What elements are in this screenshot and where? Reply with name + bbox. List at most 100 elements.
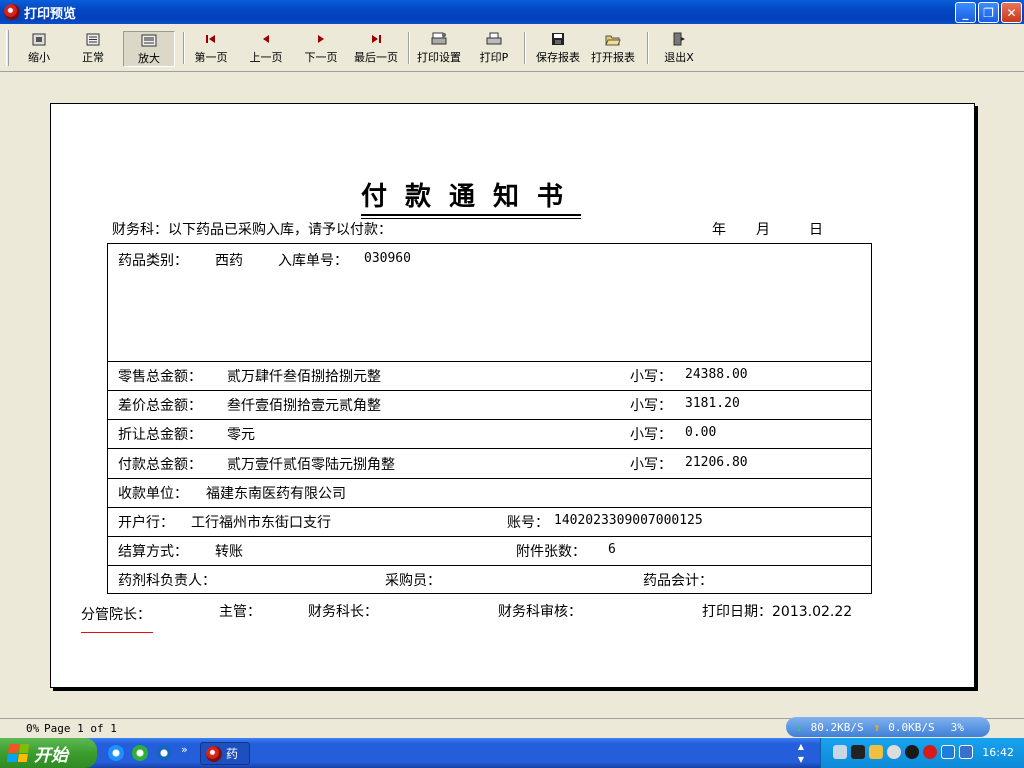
print-date: 打印日期：2013.02.22 [702,604,853,620]
taskbar-scroll-arrows[interactable]: ▲ ▼ [795,740,807,766]
download-arrow-icon: ↓ [796,720,803,734]
prev-page-label: 上一页 [249,51,283,64]
amount-row-upper: 贰万肆仟叁佰捌拾捌元整 [227,369,381,385]
quicklaunch-app-icon[interactable] [132,745,148,761]
first-page-button[interactable]: 第一页 [192,31,230,67]
table-divider [108,448,871,449]
system-tray: 16:42 [820,738,1024,768]
tray-security-icon[interactable] [959,745,973,759]
spellcheck-underline [81,629,153,633]
upload-speed: 0.0KB/S [888,720,935,734]
save-report-button[interactable]: 保存报表 [533,31,583,67]
last-page-icon [371,31,381,47]
normal-size-label: 正常 [82,51,104,64]
printer-icon [486,31,502,47]
attachments-label: 附件张数： [516,544,586,560]
next-page-button[interactable]: 下一页 [302,31,340,67]
toolbar-separator [408,32,410,64]
print-button[interactable]: 打印P [478,31,510,67]
zoom-out-button[interactable]: 缩小 [22,31,56,67]
attachments-value: 6 [608,542,616,557]
finance-head-label: 财务科长： [308,604,378,620]
save-icon [551,31,565,47]
taskbar-clock[interactable]: 16:42 [982,746,1014,759]
title-bar[interactable]: 打印预览 _ ❐ ✕ [0,0,1024,24]
document-title: 付款通知书 [361,176,582,219]
print-setup-icon [431,31,447,47]
amount-row-upper: 贰万壹仟贰佰零陆元捌角整 [227,457,395,473]
toolbar: 缩小 正常 放大 第一页 上一页 下一页 最后一页 打印设置 打印P 保存报表 … [0,24,1024,72]
close-button[interactable]: ✕ [1001,2,1022,23]
minimize-button[interactable]: _ [955,2,976,23]
drug-category-label: 药品类别： [118,253,188,269]
amount-row-upper: 叁仟壹佰捌拾壹元贰角整 [227,398,381,414]
toolbar-grip[interactable] [6,30,9,66]
amount-row-label: 付款总金额： [118,457,202,473]
normal-size-icon [86,31,100,47]
print-setup-button[interactable]: 打印设置 [415,31,463,67]
amount-row-label: 零售总金额： [118,369,202,385]
taskbar-item-print-preview[interactable]: 药 [200,742,250,765]
upload-arrow-icon: ↑ [873,720,881,734]
network-meter[interactable]: ↓ 80.2KB/S ↑ 0.0KB/S 3% [786,717,990,737]
bank-label: 开户行： [118,515,174,531]
date-day: 日 [809,222,823,238]
tray-shield-icon[interactable] [941,745,955,759]
account-label: 账号： [507,515,549,531]
exit-door-icon [672,31,686,47]
tray-network-icon[interactable] [851,745,865,759]
start-label: 开始 [34,745,68,766]
next-page-label: 下一页 [304,51,338,64]
save-report-label: 保存报表 [536,51,580,64]
preview-workspace[interactable]: 付款通知书 财务科：以下药品已采购入库，请予以付款： 年 月 日 药品类别： 西… [0,73,1024,718]
table-divider [108,361,871,362]
supervisor-label: 主管： [219,604,261,620]
quicklaunch-browser-icon[interactable] [108,745,124,761]
date-year: 年 [712,222,726,238]
bank-value: 工行福州市东街口支行 [191,515,331,531]
download-speed: 80.2KB/S [810,720,864,734]
zoom-out-label: 缩小 [28,51,50,64]
table-divider [108,536,871,537]
table-divider [108,390,871,391]
drug-accountant-label: 药品会计： [643,573,713,589]
toolbar-separator [647,32,649,64]
preview-page: 付款通知书 财务科：以下药品已采购入库，请予以付款： 年 月 日 药品类别： 西… [50,103,975,688]
app-icon [206,745,222,762]
normal-size-button[interactable]: 正常 [76,31,110,67]
open-report-label: 打开报表 [591,51,635,64]
open-report-button[interactable]: 打开报表 [588,31,638,67]
start-button[interactable]: 开始 [0,738,97,768]
table-divider [108,419,871,420]
maximize-button[interactable]: ❐ [978,2,999,23]
amount-row-small-value: 24388.00 [685,367,748,382]
zoom-in-button[interactable]: 放大 [123,31,175,67]
amount-row-small-value: 3181.20 [685,396,740,411]
pharmacy-head-label: 药剂科负责人： [118,573,216,589]
zoom-in-label: 放大 [138,52,160,65]
tray-clock-icon[interactable] [905,745,919,759]
open-folder-icon [605,31,621,47]
toolbar-separator [524,32,526,64]
prev-page-button[interactable]: 上一页 [247,31,285,67]
page-info: Page 1 of 1 [44,722,117,735]
last-page-button[interactable]: 最后一页 [352,31,400,67]
tray-settings-icon[interactable] [887,745,901,759]
date-month: 月 [756,222,770,238]
payee-value: 福建东南医药有限公司 [206,486,346,502]
tray-speaker-icon[interactable] [869,745,883,759]
toolbar-separator [183,32,185,64]
quicklaunch-more-icon[interactable]: » [181,743,188,756]
tray-volume-icon[interactable] [833,745,847,759]
table-divider [108,478,871,479]
finance-auditor-label: 财务科审核： [498,604,582,620]
exit-button[interactable]: 退出X [662,31,696,67]
next-page-icon [317,31,325,47]
amount-row-small-label: 小写： [630,369,672,385]
quicklaunch-chat-icon[interactable] [156,745,172,761]
taskbar: 开始 » 药 16:42 [0,738,1024,768]
last-page-label: 最后一页 [354,51,398,64]
tray-block-icon[interactable] [923,745,937,759]
zoom-in-icon [141,32,157,48]
settlement-value: 转账 [215,544,243,560]
